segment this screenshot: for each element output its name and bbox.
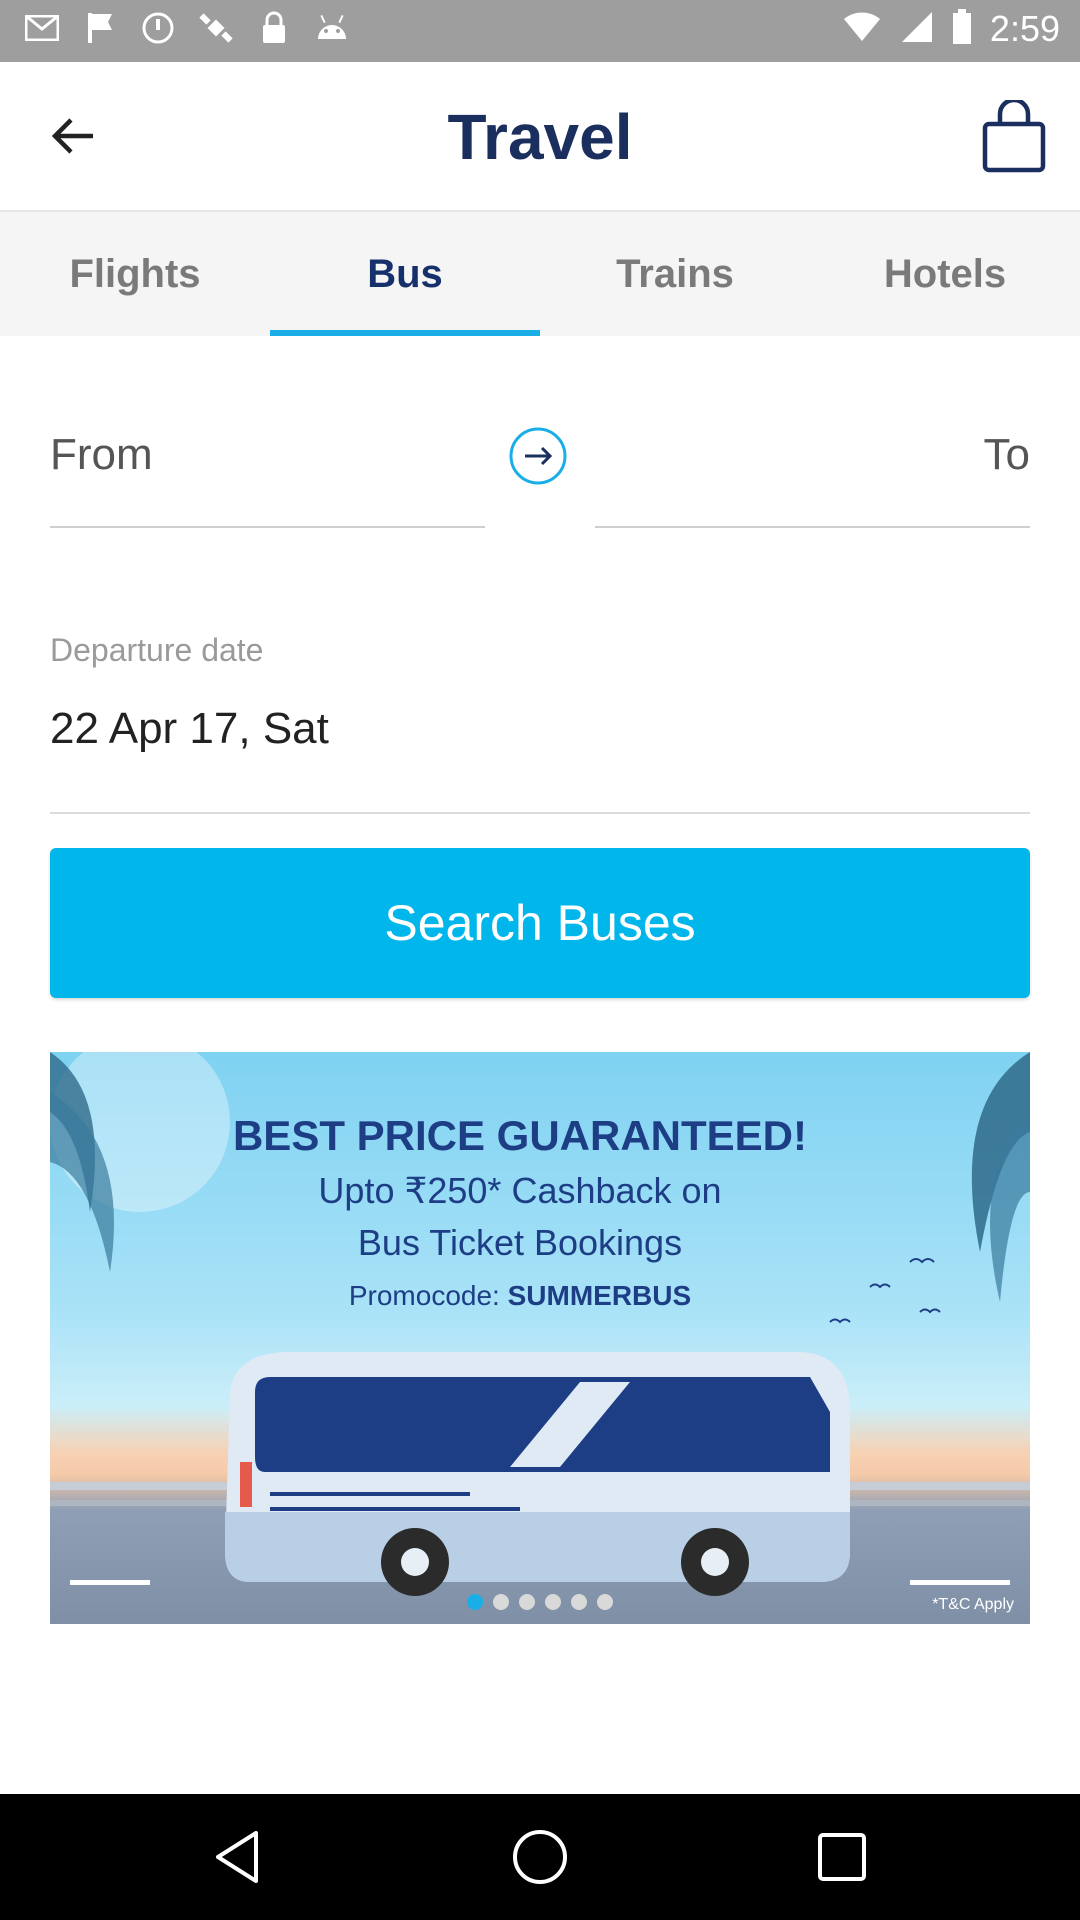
wifi-icon xyxy=(842,11,882,48)
carousel-dot[interactable] xyxy=(571,1594,587,1610)
tab-hotels[interactable]: Hotels xyxy=(810,212,1080,336)
tab-bus[interactable]: Bus xyxy=(270,212,540,336)
status-bar-system: 2:59 xyxy=(842,8,1060,50)
app-bar: Travel xyxy=(0,62,1080,212)
banner-cashback: Upto ₹250* Cashback on xyxy=(318,1170,722,1211)
from-label: From xyxy=(50,430,153,479)
carousel-dot[interactable] xyxy=(467,1594,483,1610)
banner-promo-code: SUMMERBUS xyxy=(507,1280,692,1311)
banner-promo-prefix: Promocode: xyxy=(348,1280,508,1311)
mail-icon xyxy=(24,10,60,46)
carousel-indicator xyxy=(50,1594,1030,1610)
battery-icon xyxy=(952,8,972,50)
timer-icon xyxy=(140,10,176,46)
shopping-bag-icon xyxy=(982,97,1046,173)
lock-icon xyxy=(256,10,292,46)
home-circle-icon xyxy=(513,1830,567,1884)
carousel-dot[interactable] xyxy=(597,1594,613,1610)
banner-headline: BEST PRICE GUARANTEED! xyxy=(232,1112,808,1159)
banner-subline: Bus Ticket Bookings xyxy=(357,1222,683,1263)
departure-date-label: Departure date xyxy=(50,632,264,668)
search-buses-button[interactable]: Search Buses xyxy=(50,848,1030,998)
back-triangle-icon xyxy=(216,1831,258,1883)
swap-route-button[interactable] xyxy=(508,426,568,486)
tab-flights[interactable]: Flights xyxy=(0,212,270,336)
travel-tabs: Flights Bus Trains Hotels xyxy=(0,212,1080,336)
to-label: To xyxy=(983,430,1030,479)
tab-trains[interactable]: Trains xyxy=(540,212,810,336)
nav-back-button[interactable] xyxy=(206,1825,270,1889)
status-bar-notifications xyxy=(24,10,350,46)
satellite-icon xyxy=(198,10,234,46)
status-time: 2:59 xyxy=(989,8,1060,49)
android-icon xyxy=(314,10,350,46)
departure-date-field[interactable]: 22 Apr 17, Sat xyxy=(50,700,1030,814)
carousel-dot[interactable] xyxy=(545,1594,561,1610)
system-nav-bar xyxy=(0,1794,1080,1920)
from-field[interactable]: From xyxy=(50,420,485,528)
carousel-dot[interactable] xyxy=(493,1594,509,1610)
signal-icon xyxy=(900,10,934,49)
status-bar: 2:59 xyxy=(0,0,1080,62)
to-field[interactable]: To xyxy=(595,420,1030,528)
departure-date-value: 22 Apr 17, Sat xyxy=(50,704,329,753)
recents-square-icon xyxy=(818,1833,866,1881)
cart-button[interactable] xyxy=(980,97,1050,174)
arrow-right-circle-icon xyxy=(509,427,567,485)
page-title: Travel xyxy=(447,101,633,173)
nav-home-button[interactable] xyxy=(508,1825,572,1889)
flag-icon xyxy=(82,10,118,46)
promo-banner[interactable]: BEST PRICE GUARANTEED! Upto ₹250* Cashba… xyxy=(50,1052,1030,1624)
banner-promo: Promocode: SUMMERBUS xyxy=(50,1280,1010,1312)
carousel-dot[interactable] xyxy=(519,1594,535,1610)
nav-recents-button[interactable] xyxy=(810,1825,874,1889)
